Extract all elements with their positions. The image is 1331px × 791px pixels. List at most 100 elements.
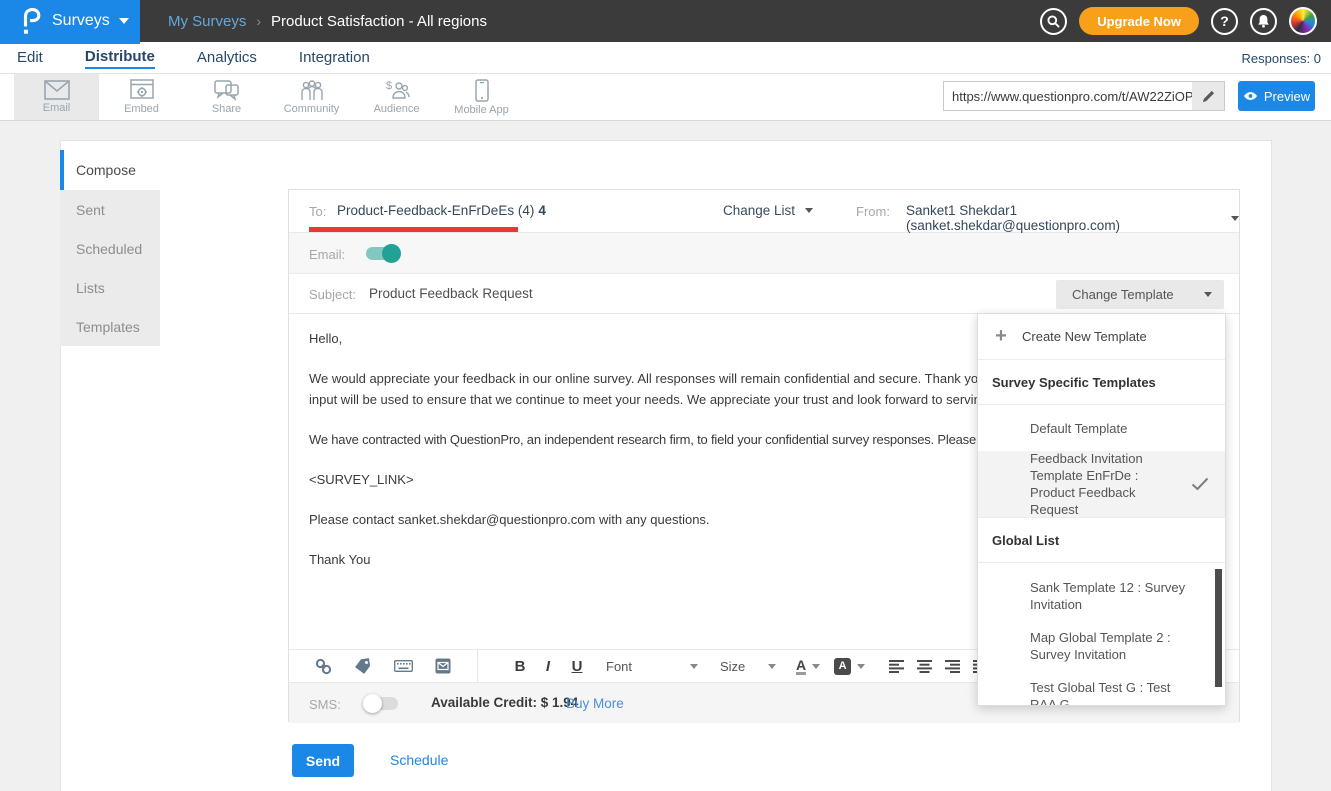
menu-item-feedback-invitation-template[interactable]: Feedback Invitation Template EnFrDe : Pr… — [978, 451, 1225, 518]
edit-url-button[interactable] — [1192, 82, 1224, 110]
channel-tab-audience[interactable]: $ Audience — [354, 74, 439, 120]
menu-item-create-new-template[interactable]: + Create New Template — [978, 314, 1225, 360]
channel-tabs: Email Embed Share Community $ Audience M… — [14, 74, 524, 120]
survey-nav-items: Edit Distribute Analytics Integration — [17, 42, 370, 74]
size-select-label: Size — [720, 659, 745, 674]
user-avatar[interactable] — [1289, 7, 1317, 35]
product-switcher[interactable]: Surveys — [0, 0, 140, 42]
tab-integration[interactable]: Integration — [299, 49, 370, 68]
channel-tab-label: Embed — [124, 103, 159, 115]
font-size-select[interactable]: Size — [720, 659, 776, 674]
send-button[interactable]: Send — [292, 744, 354, 777]
pencil-icon — [1202, 90, 1215, 103]
background-color-button[interactable]: A — [834, 658, 851, 675]
chevron-down-icon — [1204, 292, 1212, 297]
insert-merge-tag-button[interactable] — [354, 658, 372, 674]
help-button[interactable]: ? — [1211, 8, 1238, 35]
search-button[interactable] — [1040, 8, 1067, 35]
to-recipient-count: 4 — [538, 203, 546, 218]
channel-tab-label: Mobile App — [454, 104, 508, 116]
insert-link-button[interactable] — [315, 658, 332, 675]
page: Surveys My Surveys › Product Satisfactio… — [0, 0, 1331, 791]
bell-icon — [1257, 14, 1270, 28]
breadcrumb-current-survey: Product Satisfaction - All regions — [271, 13, 487, 30]
buy-more-link[interactable]: Buy More — [566, 696, 624, 711]
check-icon — [1191, 477, 1209, 491]
email-toggle-label: Email: — [309, 247, 345, 262]
sidebar-item-templates[interactable]: Templates — [60, 307, 160, 346]
tab-analytics[interactable]: Analytics — [197, 49, 257, 68]
email-icon — [44, 80, 70, 100]
notifications-button[interactable] — [1250, 8, 1277, 35]
email-toggle[interactable] — [366, 247, 398, 260]
survey-url-value[interactable]: https://www.questionpro.com/t/AW22ZiOP — [944, 89, 1192, 104]
channel-tab-share[interactable]: Share — [184, 74, 269, 120]
menu-item-test-global-test-g[interactable]: Test Global Test G : Test RAA G — [1030, 679, 1190, 706]
align-right-button[interactable] — [945, 660, 960, 673]
menu-item-map-global-template-2[interactable]: Map Global Template 2 : Survey Invitatio… — [1030, 629, 1190, 663]
to-label: To: — [309, 204, 326, 219]
to-row: To: Product-Feedback-EnFrDeEs (4) 4 Chang… — [289, 190, 1239, 233]
mobile-app-icon — [475, 79, 489, 102]
share-icon — [214, 80, 239, 101]
insert-email-template-button[interactable] — [435, 658, 451, 674]
menu-item-sank-template-12[interactable]: Sank Template 12 : Survey Invitation — [1030, 579, 1190, 613]
to-list-value[interactable]: Product-Feedback-EnFrDeEs (4) 4 — [337, 203, 546, 218]
align-center-icon — [917, 660, 932, 673]
link-icon — [315, 658, 332, 675]
eye-icon — [1243, 91, 1258, 101]
plus-icon: + — [986, 325, 1016, 348]
text-color-button[interactable]: A — [796, 658, 806, 675]
change-template-button[interactable]: Change Template — [1056, 280, 1224, 309]
audience-icon: $ — [384, 79, 410, 101]
change-list-dropdown[interactable]: Change List — [723, 203, 813, 218]
channel-tab-label: Audience — [374, 103, 420, 115]
tab-distribute[interactable]: Distribute — [85, 48, 155, 69]
font-family-select[interactable]: Font — [606, 659, 698, 674]
tab-edit[interactable]: Edit — [17, 49, 43, 68]
underline-button[interactable]: U — [562, 658, 592, 675]
channel-tab-email[interactable]: Email — [14, 74, 99, 120]
chevron-down-icon — [119, 18, 129, 24]
app-name: Surveys — [52, 12, 110, 30]
sidebar-item-scheduled[interactable]: Scheduled — [60, 229, 160, 268]
keyboard-shortcuts-button[interactable] — [394, 660, 413, 672]
editor-insert-group — [289, 650, 478, 683]
embed-icon — [130, 79, 154, 101]
responses-count[interactable]: Responses: 0 — [1242, 42, 1322, 74]
questionpro-logo-icon — [20, 7, 42, 35]
italic-button[interactable]: I — [534, 658, 562, 675]
chevron-down-icon — [812, 664, 820, 669]
channel-tab-community[interactable]: Community — [269, 74, 354, 120]
community-icon — [299, 79, 325, 101]
bold-button[interactable]: B — [506, 658, 534, 675]
subject-input[interactable]: Product Feedback Request — [369, 286, 533, 301]
chevron-down-icon — [768, 664, 776, 669]
menu-scrollbar[interactable] — [1215, 569, 1222, 687]
align-center-button[interactable] — [917, 660, 932, 673]
sidebar-item-sent[interactable]: Sent — [60, 190, 160, 229]
sms-toggle[interactable] — [366, 697, 398, 710]
from-dropdown[interactable]: Sanket1 Shekdar1 (sanket.shekdar@questio… — [906, 203, 1239, 233]
align-left-button[interactable] — [889, 660, 904, 673]
survey-url-field[interactable]: https://www.questionpro.com/t/AW22ZiOP — [943, 81, 1225, 111]
channel-tab-mobile-app[interactable]: Mobile App — [439, 74, 524, 120]
preview-button[interactable]: Preview — [1238, 81, 1315, 111]
channel-tab-label: Community — [284, 103, 340, 115]
channel-tab-embed[interactable]: Embed — [99, 74, 184, 120]
change-template-label: Change Template — [1072, 287, 1174, 302]
search-icon — [1047, 15, 1060, 28]
survey-nav: Edit Distribute Analytics Integration Re… — [0, 42, 1331, 74]
sidebar-item-compose[interactable]: Compose — [60, 150, 160, 190]
schedule-link[interactable]: Schedule — [390, 752, 448, 768]
menu-item-default-template[interactable]: Default Template — [978, 405, 1225, 451]
to-list-name: Product-Feedback-EnFrDeEs (4) — [337, 203, 534, 218]
available-credit: Available Credit: $ 1.94 — [431, 695, 578, 710]
keyboard-icon — [394, 660, 413, 672]
upgrade-now-button[interactable]: Upgrade Now — [1079, 7, 1199, 35]
sidebar-item-lists[interactable]: Lists — [60, 268, 160, 307]
svg-text:$: $ — [386, 80, 392, 92]
breadcrumb-my-surveys[interactable]: My Surveys — [168, 13, 246, 30]
preview-label: Preview — [1264, 89, 1310, 104]
menu-section-global-list: Global List — [978, 518, 1225, 563]
